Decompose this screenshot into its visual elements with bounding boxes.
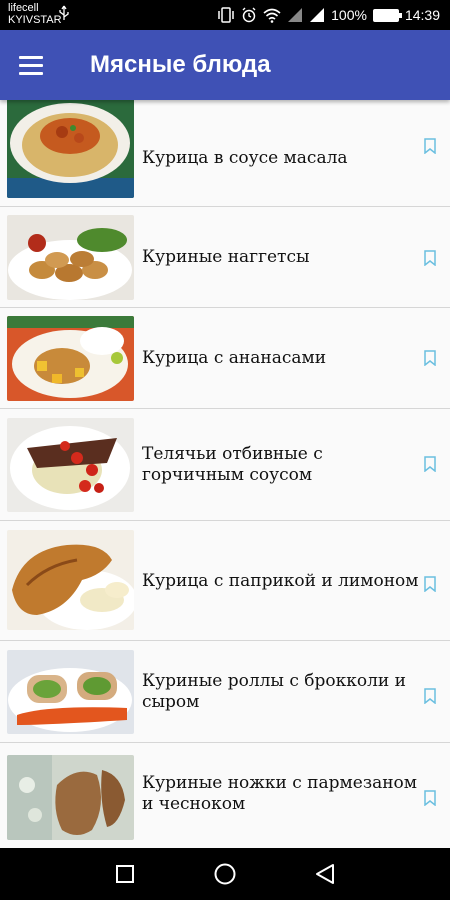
recipe-title: Куриные роллы с брокколи и сыром <box>142 671 406 712</box>
list-item-recipe[interactable]: Куриные ножки с пармезаном и чесноком <box>0 743 450 848</box>
bookmark-icon[interactable] <box>423 250 437 266</box>
carrier-2: KYIVSTAR <box>8 14 62 26</box>
list-item-recipe[interactable]: Куриные роллы с брокколи и сыром <box>0 641 450 743</box>
recipe-title: Куриные ножки с пармезаном и чесноком <box>142 772 418 814</box>
list-item-recipe[interactable]: Курица с паприкой и лимоном <box>0 521 450 641</box>
square-recents-icon[interactable] <box>116 865 134 883</box>
recipe-list[interactable]: Курица в соусе масала Куриные наггетсы К… <box>0 100 450 848</box>
list-item-recipe[interactable]: Телячьи отбивные с горчичным соусом <box>0 409 450 521</box>
status-bar: lifecell KYIVSTAR 100% 14:39 <box>0 0 450 30</box>
bookmark-icon[interactable] <box>423 138 437 154</box>
wifi-icon <box>263 8 281 23</box>
bookmark-icon[interactable] <box>423 688 437 704</box>
recipe-title: Телячьи отбивные с горчичным соусом <box>142 444 323 485</box>
triangle-back-icon[interactable] <box>315 863 335 885</box>
vibrate-icon <box>218 7 234 23</box>
hamburger-icon <box>19 55 43 59</box>
usb-icon <box>59 5 69 20</box>
clock: 14:39 <box>404 7 440 23</box>
app-bar: Мясные блюда <box>0 30 450 100</box>
hamburger-line <box>19 63 43 67</box>
recipe-thumbnail <box>7 755 134 840</box>
battery-percent: 100% <box>331 7 367 23</box>
list-item-recipe[interactable]: Курица в соусе масала <box>0 100 450 207</box>
list-item-recipe[interactable]: Куриные наггетсы <box>0 207 450 308</box>
recipe-title: Курица с паприкой и лимоном <box>142 570 419 591</box>
carrier-labels: lifecell KYIVSTAR <box>8 2 62 26</box>
page-title: Мясные блюда <box>90 51 271 78</box>
recipe-thumbnail <box>7 650 134 734</box>
system-navigation-bar <box>0 848 450 900</box>
bookmark-icon[interactable] <box>423 456 437 472</box>
signal-icon-2 <box>310 8 325 22</box>
alarm-icon <box>242 7 256 23</box>
hamburger-line <box>19 71 43 75</box>
recipe-title: Курица в соусе масала <box>142 148 348 168</box>
recipe-thumbnail <box>7 100 134 198</box>
carrier-1: lifecell <box>8 2 39 14</box>
bookmark-icon[interactable] <box>423 790 437 806</box>
recipe-thumbnail <box>7 215 134 300</box>
menu-button[interactable] <box>19 48 53 82</box>
recipe-thumbnail <box>7 316 134 401</box>
circle-home-icon[interactable] <box>214 863 236 885</box>
status-icons: 100% 14:39 <box>217 0 440 30</box>
recipe-thumbnail <box>7 530 134 630</box>
recipe-thumbnail <box>7 418 134 512</box>
list-item-recipe[interactable]: Курица с ананасами <box>0 308 450 409</box>
recipe-title: Курица с ананасами <box>142 348 327 368</box>
bookmark-icon[interactable] <box>423 350 437 366</box>
signal-icon-1 <box>288 8 303 22</box>
bookmark-icon[interactable] <box>423 576 437 592</box>
recipe-title: Куриные наггетсы <box>142 247 310 267</box>
battery-icon <box>372 8 402 22</box>
